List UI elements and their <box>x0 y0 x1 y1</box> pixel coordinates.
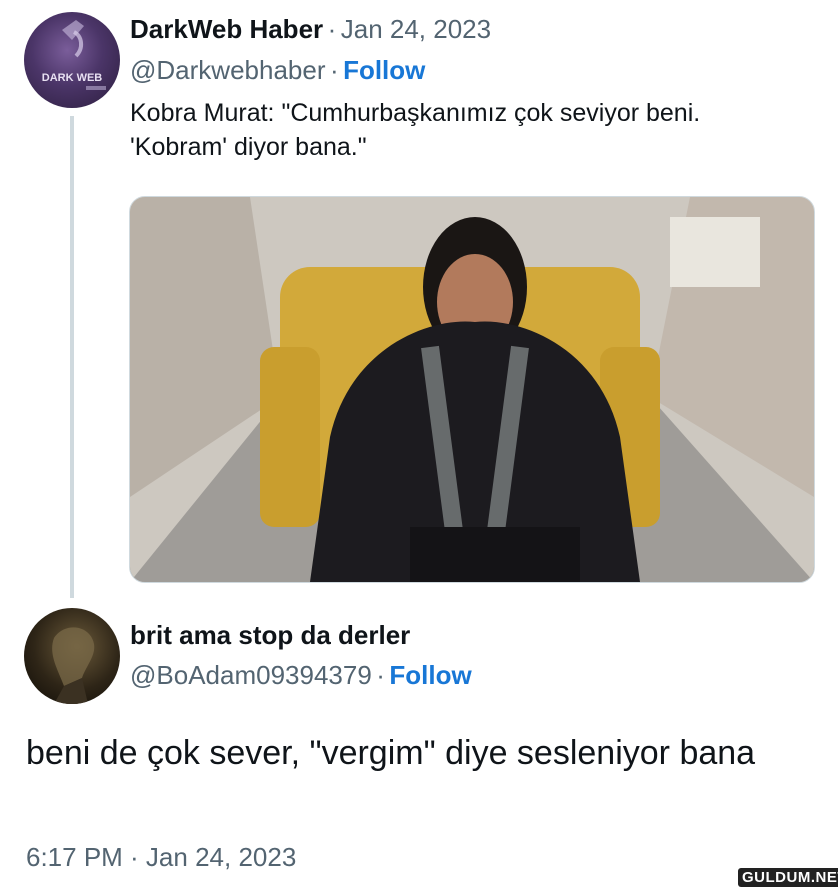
tweet1-text-line2: 'Kobram' diyor bana." <box>130 133 367 161</box>
tweet1-text: Kobra Murat: "Cumhurbaşkanımız çok seviy… <box>130 96 820 164</box>
separator-dot: · <box>327 14 337 44</box>
author-name[interactable]: brit ama stop da derler <box>130 620 410 650</box>
tweet-media-photo[interactable] <box>129 196 815 583</box>
separator-dot: · <box>329 55 339 85</box>
tweet1-text-line1: Kobra Murat: "Cumhurbaşkanımız çok seviy… <box>130 99 701 127</box>
tweet2-header-row2: @BoAdam09394379 · Follow <box>130 660 472 691</box>
tweet1-header-row2: @Darkwebhaber · Follow <box>130 55 425 86</box>
tweet-date[interactable]: Jan 24, 2023 <box>341 14 491 44</box>
author-handle[interactable]: @Darkwebhaber <box>130 55 325 85</box>
avatar-brit-ama[interactable] <box>24 608 120 704</box>
author-name[interactable]: DarkWeb Haber <box>130 14 323 44</box>
tweet-timestamp[interactable]: 6:17 PM · Jan 24, 2023 <box>26 842 296 873</box>
separator-dot: · <box>376 660 385 690</box>
avatar-logo-text: DARK WEB <box>42 72 103 84</box>
tweet2-text: beni de çok sever, "vergim" diye sesleni… <box>26 734 756 772</box>
photo-illustration <box>130 197 814 582</box>
darkweb-logo-icon: DARK WEB <box>42 20 106 90</box>
thread-connector-line <box>70 116 74 598</box>
avatar-darkweb-haber[interactable]: DARK WEB <box>24 12 120 108</box>
tweet2-header-row1: brit ama stop da derler <box>130 620 410 651</box>
author-handle[interactable]: @BoAdam09394379 <box>130 660 372 690</box>
site-watermark: GULDUM.NET <box>738 868 838 887</box>
user-avatar-icon <box>52 627 95 704</box>
tweet1-header-row1: DarkWeb Haber · Jan 24, 2023 <box>130 14 491 45</box>
follow-button[interactable]: Follow <box>343 55 425 85</box>
follow-button[interactable]: Follow <box>389 660 471 690</box>
